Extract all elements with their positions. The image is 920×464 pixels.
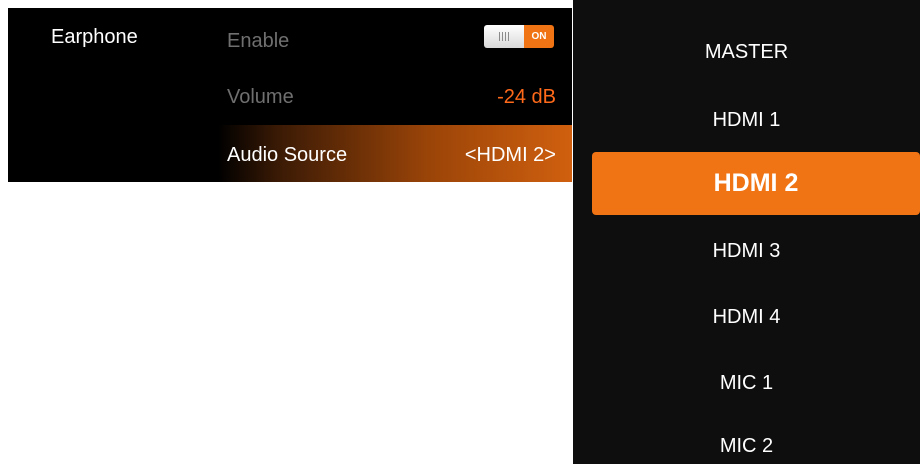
source-option-hdmi-3[interactable]: HDMI 3 (573, 240, 920, 263)
source-option-hdmi-2[interactable]: HDMI 2 (592, 152, 920, 215)
enable-row[interactable]: Enable ON (8, 12, 572, 68)
earphone-settings-screen: Earphone Enable ON Volume -24 dB Audio S… (0, 0, 920, 464)
volume-row[interactable]: Volume -24 dB (8, 68, 572, 124)
source-option-mic-2[interactable]: MIC 2 (573, 435, 920, 458)
toggle-knob (484, 25, 524, 48)
audio-source-list: MASTER HDMI 1 HDMI 2 HDMI 3 HDMI 4 MIC 1… (573, 0, 920, 464)
earphone-settings-panel: Earphone Enable ON Volume -24 dB Audio S… (8, 8, 572, 182)
audio-source-label: Audio Source (227, 144, 348, 166)
source-option-hdmi-1[interactable]: HDMI 1 (573, 109, 920, 132)
audio-source-value: <HDMI 2> (464, 144, 556, 166)
grip-icon (499, 32, 509, 41)
volume-value: -24 dB (497, 86, 556, 108)
enable-toggle[interactable]: ON (484, 25, 554, 48)
audio-source-row[interactable]: Audio Source <HDMI 2> (8, 125, 572, 182)
toggle-state-label: ON (524, 25, 554, 48)
source-option-master[interactable]: MASTER (573, 41, 920, 64)
volume-label: Volume (227, 86, 294, 108)
source-option-hdmi-4[interactable]: HDMI 4 (573, 306, 920, 329)
enable-label: Enable (227, 30, 290, 52)
source-option-mic-1[interactable]: MIC 1 (573, 372, 920, 395)
